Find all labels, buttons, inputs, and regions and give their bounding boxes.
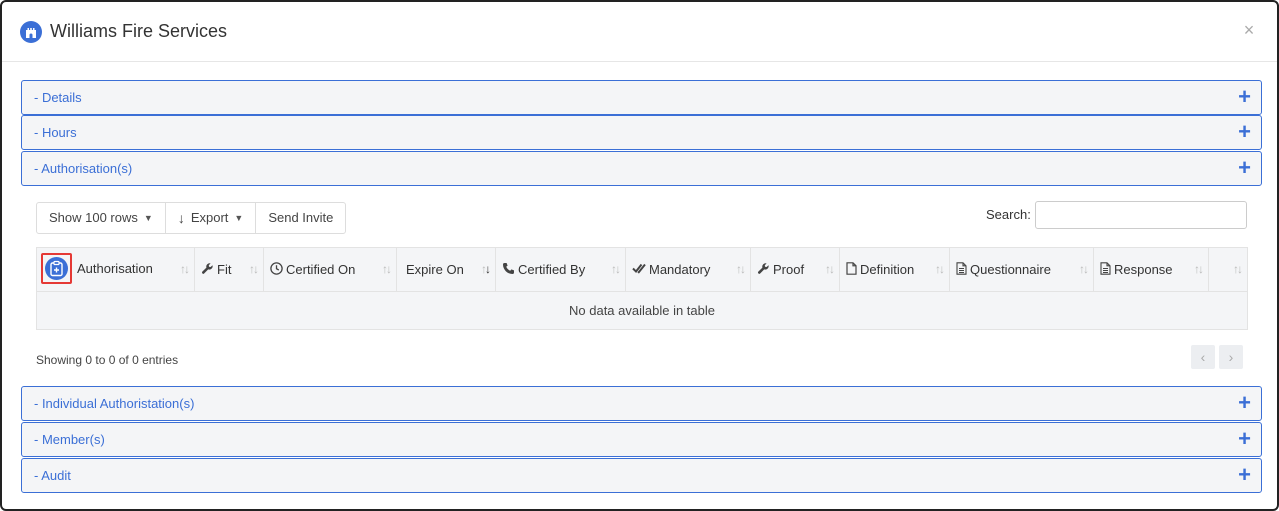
pagination: ‹ › — [1191, 345, 1243, 369]
sort-icon[interactable]: ↑↓ — [825, 262, 835, 276]
column-authorisation[interactable]: Authorisation ↑↓ — [36, 247, 195, 292]
panel-hours[interactable]: - Hours + — [21, 115, 1262, 150]
sort-icon[interactable]: ↑↓ — [249, 262, 259, 276]
expand-plus-icon[interactable]: + — [1238, 156, 1251, 180]
panel-audit-label: - Audit — [34, 468, 71, 483]
column-definition[interactable]: Definition ↑↓ — [839, 247, 950, 292]
entries-info: Showing 0 to 0 of 0 entries — [36, 353, 179, 367]
send-invite-label: Send Invite — [268, 210, 334, 225]
column-questionnaire[interactable]: Questionnaire ↑↓ — [949, 247, 1094, 292]
close-icon[interactable]: × — [1241, 21, 1257, 39]
castle-icon — [20, 21, 42, 43]
panel-individual-authorisations[interactable]: - Individual Authoristation(s) + — [21, 386, 1262, 421]
sort-icon[interactable]: ↑↓ — [1233, 262, 1243, 276]
file-text-icon — [956, 261, 967, 278]
wrench-icon — [201, 262, 214, 278]
column-proof[interactable]: Proof ↑↓ — [750, 247, 840, 292]
expand-plus-icon[interactable]: + — [1238, 391, 1251, 415]
search-label: Search: — [986, 207, 1031, 222]
sort-icon[interactable]: ↑↓ — [382, 262, 392, 276]
column-expire-on[interactable]: Expire On ↑↓ — [396, 247, 496, 292]
panel-members[interactable]: - Member(s) + — [21, 422, 1262, 457]
column-label: Questionnaire — [970, 262, 1051, 277]
column-response[interactable]: Response ↑↓ — [1093, 247, 1209, 292]
panel-members-label: - Member(s) — [34, 432, 105, 447]
panel-authorisations-label: - Authorisation(s) — [34, 161, 133, 176]
column-certified-on[interactable]: Certified On ↑↓ — [263, 247, 397, 292]
sort-icon[interactable]: ↑↓ — [1079, 262, 1089, 276]
chevron-down-icon: ▼ — [234, 213, 244, 223]
previous-page-button[interactable]: ‹ — [1191, 345, 1215, 369]
column-label: Certified By — [518, 262, 586, 277]
table-header-row: Authorisation ↑↓ Fit ↑↓ Certified On ↑↓ … — [36, 247, 1248, 292]
column-label: Authorisation — [77, 260, 153, 276]
send-invite-button[interactable]: Send Invite — [256, 203, 345, 233]
expand-plus-icon[interactable]: + — [1238, 120, 1251, 144]
sort-icon[interactable]: ↑↓ — [611, 262, 621, 276]
column-certified-by[interactable]: Certified By ↑↓ — [495, 247, 626, 292]
table-toolbar: Show 100 rows ▼ ↓ Export ▼ Send Invite — [36, 202, 347, 234]
double-check-icon — [632, 262, 646, 277]
modal-header: Williams Fire Services × — [2, 2, 1277, 62]
chevron-down-icon: ▼ — [143, 213, 153, 223]
expand-plus-icon[interactable]: + — [1238, 85, 1251, 109]
export-button[interactable]: ↓ Export ▼ — [166, 203, 257, 233]
show-rows-button[interactable]: Show 100 rows ▼ — [37, 203, 166, 233]
column-label: Response — [1114, 262, 1173, 277]
panel-hours-label: - Hours — [34, 125, 77, 140]
authorisations-table: Authorisation ↑↓ Fit ↑↓ Certified On ↑↓ … — [36, 247, 1248, 330]
add-authorisation-button[interactable] — [41, 252, 72, 284]
clock-icon — [270, 261, 283, 278]
column-actions[interactable]: ↑↓ — [1208, 247, 1248, 292]
sort-descending-icon[interactable]: ↑↓ — [481, 262, 491, 276]
panel-authorisations[interactable]: - Authorisation(s) + — [21, 151, 1262, 186]
file-text-icon — [1100, 261, 1111, 278]
phone-icon — [502, 262, 515, 278]
column-label: Mandatory — [649, 262, 711, 277]
modal-dialog: Williams Fire Services × - Details + - H… — [0, 0, 1279, 511]
sort-icon[interactable]: ↑↓ — [736, 262, 746, 276]
modal-title: Williams Fire Services — [50, 21, 228, 41]
empty-table-message: No data available in table — [36, 291, 1248, 330]
table-row: No data available in table — [36, 291, 1248, 330]
panel-details[interactable]: - Details + — [21, 80, 1262, 115]
column-label: Fit — [217, 262, 232, 277]
sort-icon[interactable]: ↑↓ — [180, 262, 190, 276]
expand-plus-icon[interactable]: + — [1238, 427, 1251, 451]
panel-audit[interactable]: - Audit + — [21, 458, 1262, 493]
arrow-down-icon: ↓ — [177, 210, 185, 226]
sort-icon[interactable]: ↑↓ — [935, 262, 945, 276]
column-label: Certified On — [286, 262, 356, 277]
panel-details-label: - Details — [34, 90, 82, 105]
search-input[interactable] — [1035, 201, 1247, 229]
column-label: Proof — [773, 262, 805, 277]
file-icon — [846, 261, 857, 278]
sort-icon[interactable]: ↑↓ — [1194, 262, 1204, 276]
next-page-button[interactable]: › — [1219, 345, 1243, 369]
column-label: Expire On — [406, 262, 464, 277]
column-mandatory[interactable]: Mandatory ↑↓ — [625, 247, 751, 292]
column-fit[interactable]: Fit ↑↓ — [194, 247, 264, 292]
export-label: Export — [190, 210, 229, 225]
show-rows-label: Show 100 rows — [49, 210, 138, 225]
wrench-icon — [757, 262, 770, 278]
expand-plus-icon[interactable]: + — [1238, 463, 1251, 487]
authorisations-body: Show 100 rows ▼ ↓ Export ▼ Send Invite S… — [21, 187, 1262, 385]
column-label: Definition — [860, 262, 915, 277]
panel-individual-label: - Individual Authoristation(s) — [34, 396, 195, 411]
